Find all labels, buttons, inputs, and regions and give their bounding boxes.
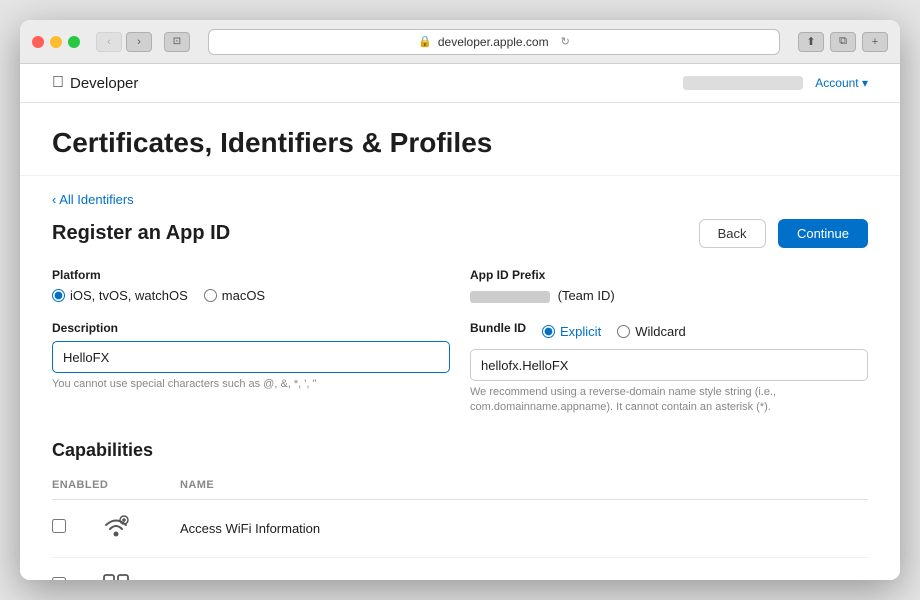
wifi-checkbox[interactable] (52, 519, 66, 533)
appgroups-checkbox[interactable] (52, 577, 66, 580)
toolbar-right: ⬆ ⧉ + (798, 32, 888, 52)
apple-logo-icon:  (52, 74, 64, 92)
site-navbar:  Developer Account ▾ (20, 64, 900, 103)
traffic-lights (32, 36, 80, 48)
bundle-id-type-row: Bundle ID Explicit Wildcard (470, 321, 868, 341)
page-body: All Identifiers Register an App ID Back … (20, 176, 900, 580)
platform-ios-radio[interactable] (52, 289, 65, 302)
bundle-id-hint: We recommend using a reverse-domain name… (470, 385, 868, 416)
page-header: Certificates, Identifiers & Profiles (20, 103, 900, 176)
platform-radio-group: iOS, tvOS, watchOS macOS (52, 288, 450, 303)
wifi-icon (100, 512, 132, 540)
explicit-option[interactable]: Explicit (542, 324, 601, 339)
app-id-prefix-field: App ID Prefix (Team ID) (470, 268, 868, 303)
close-button[interactable] (32, 36, 44, 48)
page-content:  Developer Account ▾ Certificates, Iden… (20, 64, 900, 580)
appgroups-icon-container (100, 570, 180, 580)
platform-macos-radio[interactable] (204, 289, 217, 302)
section-header: Register an App ID Back Continue (52, 219, 868, 248)
address-bar[interactable]: 🔒 developer.apple.com ↻ (208, 29, 780, 55)
description-label: Description (52, 321, 450, 335)
platform-ios-option[interactable]: iOS, tvOS, watchOS (52, 288, 188, 303)
minimize-button[interactable] (50, 36, 62, 48)
capability-appgroups-row: App Groups (52, 558, 868, 580)
continue-button[interactable]: Continue (778, 219, 868, 248)
lock-icon: 🔒 (418, 35, 432, 48)
col-name-header (100, 479, 180, 491)
url-text: developer.apple.com (438, 35, 549, 49)
description-field: Description You cannot use special chara… (52, 321, 450, 392)
team-id-suffix: (Team ID) (558, 288, 615, 303)
bundle-id-input[interactable] (470, 349, 868, 381)
action-buttons: Back Continue (699, 219, 868, 248)
right-column: App ID Prefix (Team ID) Bundle ID Ex (470, 268, 868, 416)
platform-macos-label: macOS (222, 288, 265, 303)
left-column: Platform iOS, tvOS, watchOS macOS (52, 268, 450, 416)
user-info-blurred (683, 76, 803, 90)
explicit-label: Explicit (560, 324, 601, 339)
refresh-button[interactable]: ↻ (561, 35, 570, 48)
reader-button[interactable]: ⊡ (164, 32, 190, 52)
back-nav-button[interactable]: ‹ (96, 32, 122, 52)
new-tab-button[interactable]: ⧉ (830, 32, 856, 52)
col-name-header2: NAME (180, 479, 868, 491)
page-title: Certificates, Identifiers & Profiles (52, 127, 868, 159)
appgroups-icon (100, 570, 132, 580)
browser-window: ‹ › ⊡ 🔒 developer.apple.com ↻ ⬆ ⧉ +  De… (20, 20, 900, 580)
platform-field: Platform iOS, tvOS, watchOS macOS (52, 268, 450, 303)
team-id-blurred (470, 291, 550, 303)
brand-label: Developer (70, 75, 138, 92)
platform-label: Platform (52, 268, 450, 282)
wifi-icon-container (100, 512, 180, 545)
appgroups-name: App Groups (180, 579, 868, 580)
wildcard-radio[interactable] (617, 325, 630, 338)
user-nav: Account ▾ (683, 76, 868, 90)
description-input[interactable] (52, 341, 450, 373)
form-grid: Platform iOS, tvOS, watchOS macOS (52, 268, 868, 416)
section-title: Register an App ID (52, 222, 230, 245)
app-id-prefix-label: App ID Prefix (470, 268, 868, 282)
nav-buttons: ‹ › (96, 32, 152, 52)
maximize-button[interactable] (68, 36, 80, 48)
titlebar: ‹ › ⊡ 🔒 developer.apple.com ↻ ⬆ ⧉ + (20, 20, 900, 64)
app-id-prefix-value: (Team ID) (470, 288, 868, 303)
account-link[interactable]: Account ▾ (815, 76, 868, 90)
bundle-id-field: Bundle ID Explicit Wildcard We recom (470, 321, 868, 416)
breadcrumb-link[interactable]: All Identifiers (52, 192, 868, 207)
add-button[interactable]: + (862, 32, 888, 52)
share-button[interactable]: ⬆ (798, 32, 824, 52)
back-button[interactable]: Back (699, 219, 766, 248)
explicit-radio[interactable] (542, 325, 555, 338)
wildcard-option[interactable]: Wildcard (617, 324, 686, 339)
wifi-name: Access WiFi Information (180, 521, 868, 536)
capabilities-section: Capabilities ENABLED NAME (52, 440, 868, 580)
wildcard-label: Wildcard (635, 324, 686, 339)
capabilities-table-header: ENABLED NAME (52, 475, 868, 500)
bundle-id-label: Bundle ID (470, 321, 526, 335)
description-hint: You cannot use special characters such a… (52, 377, 450, 392)
forward-nav-button[interactable]: › (126, 32, 152, 52)
capabilities-title: Capabilities (52, 440, 868, 461)
capability-wifi-row: Access WiFi Information (52, 500, 868, 558)
platform-ios-label: iOS, tvOS, watchOS (70, 288, 188, 303)
platform-macos-option[interactable]: macOS (204, 288, 265, 303)
col-enabled-header: ENABLED (52, 479, 100, 491)
